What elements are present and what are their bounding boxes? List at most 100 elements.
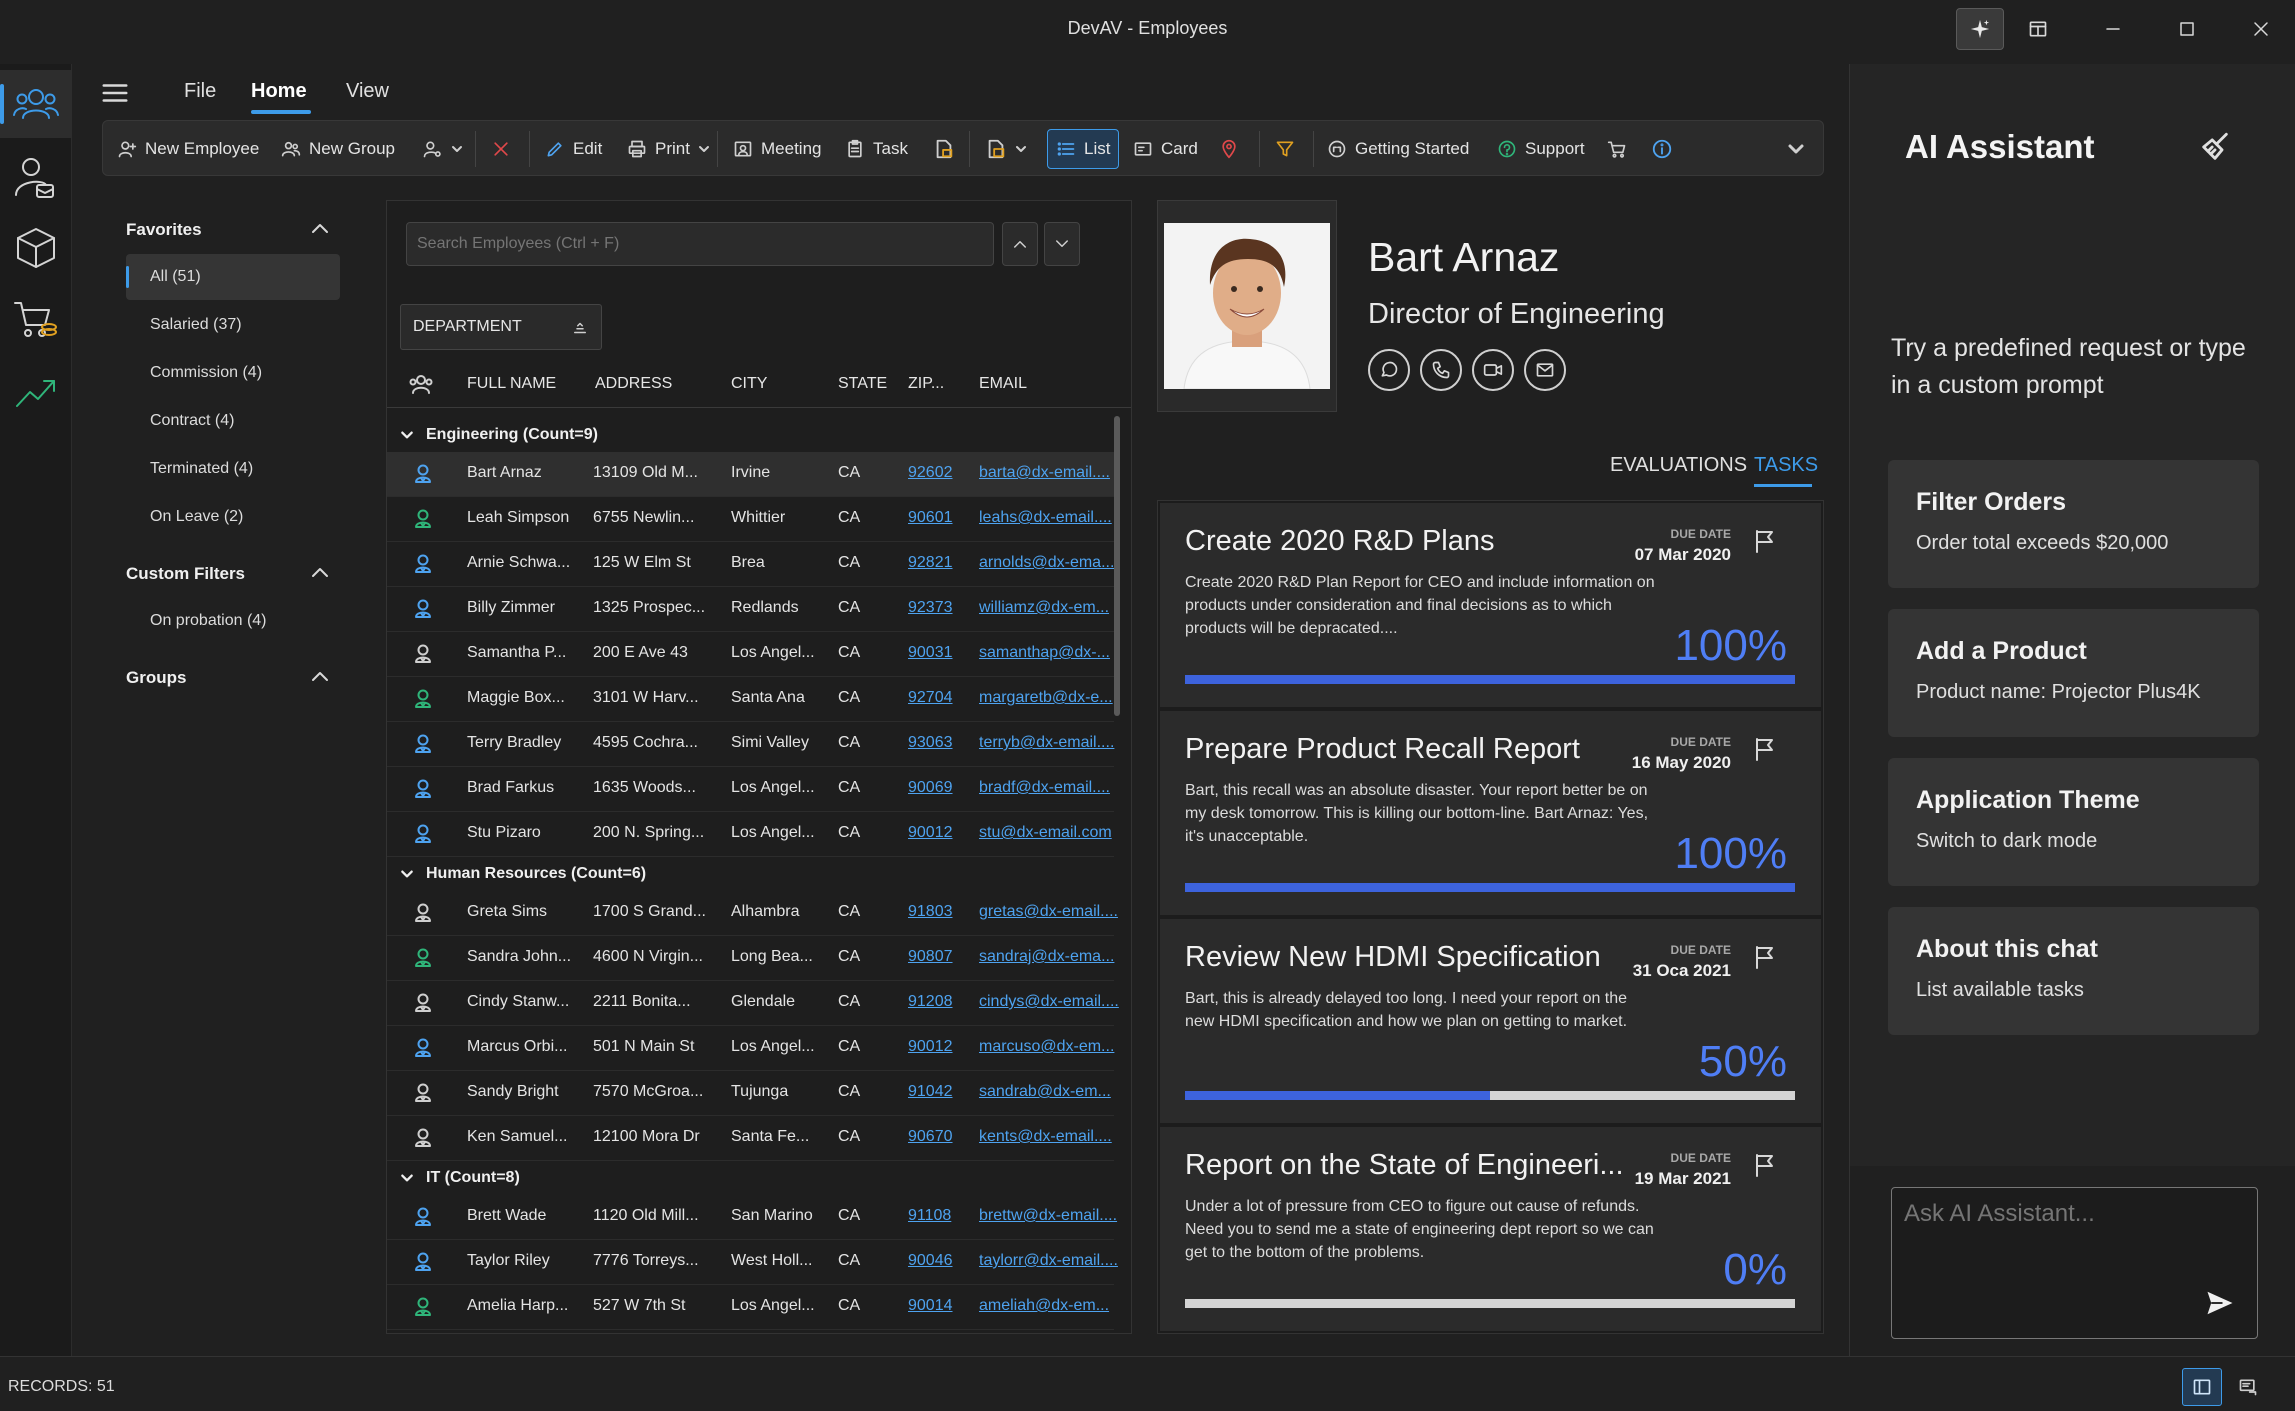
cell-zip-link[interactable]: 90670 <box>908 1128 953 1146</box>
filter-terminated[interactable]: Terminated (4) <box>126 446 340 492</box>
cell-email-link[interactable]: williamz@dx-em... <box>979 599 1109 617</box>
cell-email-link[interactable]: brettw@dx-email.... <box>979 1207 1117 1225</box>
cell-zip-link[interactable]: 92602 <box>908 464 953 482</box>
flag-icon[interactable] <box>1753 737 1775 761</box>
tab-evaluations[interactable]: EVALUATIONS <box>1610 454 1747 477</box>
menu-view[interactable]: View <box>346 80 389 103</box>
ai-suggestion-card[interactable]: About this chat List available tasks <box>1888 907 2259 1035</box>
table-row[interactable]: Arnie Schwa... 125 W Elm St Brea CA 92821 arn… <box>387 542 1114 587</box>
ai-spark-button[interactable] <box>1956 8 2004 50</box>
task-card[interactable]: Prepare Product Recall Report Bart, this … <box>1160 711 1821 917</box>
support-button[interactable]: Support <box>1497 133 1585 165</box>
cell-email-link[interactable]: kents@dx-email.... <box>979 1128 1112 1146</box>
column-city[interactable]: CITY <box>731 375 767 393</box>
layout-reading-button[interactable] <box>2228 1368 2268 1406</box>
groups-collapse-button[interactable] <box>310 668 330 684</box>
ai-suggestion-card[interactable]: Application Theme Switch to dark mode <box>1888 758 2259 886</box>
task-card[interactable]: Review New HDMI Specification Bart, this … <box>1160 919 1821 1125</box>
cell-email-link[interactable]: sandraj@dx-ema... <box>979 948 1114 966</box>
group-row[interactable]: Engineering (Count=9) <box>400 418 598 452</box>
task-card[interactable]: Report on the State of Engineeri... Under… <box>1160 1127 1821 1333</box>
table-row[interactable]: Brett Wade 1120 Old Mill... San Marino CA 91… <box>387 1195 1117 1240</box>
ai-suggestion-card[interactable]: Filter Orders Order total exceeds $20,000 <box>1888 460 2259 588</box>
minimize-button[interactable] <box>2089 8 2137 50</box>
table-row[interactable]: Greta Sims 1700 S Grand... Alhambra CA 91803… <box>387 891 1118 936</box>
cell-email-link[interactable]: cindys@dx-email.... <box>979 993 1119 1011</box>
nav-sales[interactable] <box>0 286 72 354</box>
cell-zip-link[interactable]: 91042 <box>908 1083 953 1101</box>
cell-email-link[interactable]: taylorr@dx-email.... <box>979 1252 1118 1270</box>
group-row[interactable]: IT (Count=8) <box>400 1161 520 1195</box>
table-row[interactable]: Bart Arnaz 13109 Old M... Irvine CA 92602 bar… <box>387 452 1114 497</box>
cell-zip-link[interactable]: 92373 <box>908 599 953 617</box>
table-row[interactable]: Brad Farkus 1635 Woods... Los Angel... CA 90… <box>387 767 1114 812</box>
buy-button[interactable] <box>1607 133 1627 165</box>
favorites-collapse-button[interactable] <box>310 220 330 236</box>
column-email[interactable]: EMAIL <box>979 375 1027 393</box>
nav-opportunities[interactable] <box>0 358 72 426</box>
cell-email-link[interactable]: marcuso@dx-em... <box>979 1038 1114 1056</box>
column-full-name[interactable]: FULL NAME <box>467 375 556 393</box>
card-view-button[interactable]: Card <box>1133 133 1198 165</box>
cell-zip-link[interactable]: 91803 <box>908 903 953 921</box>
search-prev-button[interactable] <box>1002 222 1038 266</box>
filter-button[interactable] <box>1275 133 1295 165</box>
cell-zip-link[interactable]: 90012 <box>908 824 953 842</box>
call-button[interactable] <box>1420 349 1462 391</box>
cell-email-link[interactable]: margaretb@dx-e... <box>979 689 1113 707</box>
filter-salaried[interactable]: Salaried (37) <box>126 302 340 348</box>
email-button[interactable] <box>1524 349 1566 391</box>
table-row[interactable]: Maggie Box... 3101 W Harv... Santa Ana CA 92… <box>387 677 1114 722</box>
cell-email-link[interactable]: stu@dx-email.com <box>979 824 1112 842</box>
cell-zip-link[interactable]: 90069 <box>908 779 953 797</box>
table-row[interactable]: Terry Bradley 4595 Cochra... Simi Valley CA… <box>387 722 1114 767</box>
table-row[interactable]: Amelia Harp... 527 W 7th St Los Angel... CA… <box>387 1285 1114 1330</box>
column-state[interactable]: STATE <box>838 375 887 393</box>
grid-scrollbar[interactable] <box>1114 416 1120 716</box>
table-row[interactable]: Billy Zimmer 1325 Prospec... Redlands CA 923… <box>387 587 1114 632</box>
filter-on-probation[interactable]: On probation (4) <box>126 598 340 644</box>
ribbon-expand-button[interactable] <box>1787 133 1805 165</box>
meeting-button[interactable]: Meeting <box>733 133 821 165</box>
chat-button[interactable] <box>1368 349 1410 391</box>
task-card[interactable]: Create 2020 R&D Plans Create 2020 R&D Pla… <box>1160 503 1821 709</box>
table-row[interactable]: Taylor Riley 7776 Torreys... West Holl... C… <box>387 1240 1118 1285</box>
close-button[interactable] <box>2237 8 2285 50</box>
cell-zip-link[interactable]: 90601 <box>908 509 953 527</box>
mail-merge-button[interactable] <box>933 133 955 165</box>
cell-zip-link[interactable]: 93063 <box>908 734 953 752</box>
table-row[interactable]: Sandy Bright 7570 McGroa... Tujunga CA 91042… <box>387 1071 1114 1116</box>
new-group-button[interactable]: New Group <box>281 133 395 165</box>
edit-button[interactable]: Edit <box>545 133 602 165</box>
cell-zip-link[interactable]: 90807 <box>908 948 953 966</box>
cell-zip-link[interactable]: 90012 <box>908 1038 953 1056</box>
cell-email-link[interactable]: gretas@dx-email.... <box>979 903 1118 921</box>
group-row[interactable]: Human Resources (Count=6) <box>400 857 646 891</box>
cell-zip-link[interactable]: 92821 <box>908 554 953 572</box>
flag-icon[interactable] <box>1753 945 1775 969</box>
video-call-button[interactable] <box>1472 349 1514 391</box>
cell-email-link[interactable]: ameliah@dx-em... <box>979 1297 1109 1315</box>
search-input[interactable] <box>406 222 994 266</box>
maximize-button[interactable] <box>2163 8 2211 50</box>
flag-icon[interactable] <box>1753 1153 1775 1177</box>
cell-zip-link[interactable]: 91108 <box>908 1207 951 1225</box>
list-view-button[interactable]: List <box>1047 129 1120 169</box>
column-address[interactable]: ADDRESS <box>595 375 672 393</box>
table-row[interactable]: Leah Simpson 6755 Newlin... Whittier CA 9060… <box>387 497 1114 542</box>
about-button[interactable] <box>1651 133 1673 165</box>
cell-email-link[interactable]: samanthap@dx-... <box>979 644 1110 662</box>
table-row[interactable]: Samantha P... 200 E Ave 43 Los Angel... CA 9… <box>387 632 1114 677</box>
table-row[interactable]: Marcus Orbi... 501 N Main St Los Angel... C… <box>387 1026 1114 1071</box>
group-by-department-chip[interactable]: DEPARTMENT <box>400 304 602 350</box>
nav-employees[interactable] <box>0 70 72 138</box>
column-status-header[interactable] <box>408 372 434 396</box>
cell-email-link[interactable]: arnolds@dx-ema... <box>979 554 1114 572</box>
export-dropdown-button[interactable] <box>985 133 1027 165</box>
cell-zip-link[interactable]: 90014 <box>908 1297 953 1315</box>
cell-email-link[interactable]: bradf@dx-email.... <box>979 779 1110 797</box>
filter-all[interactable]: All (51) <box>126 254 340 300</box>
filter-on-leave[interactable]: On Leave (2) <box>126 494 340 540</box>
table-row[interactable]: Ken Samuel... 12100 Mora Dr Santa Fe... CA 9… <box>387 1116 1114 1161</box>
ai-suggestion-card[interactable]: Add a Product Product name: Projector Plu… <box>1888 609 2259 737</box>
